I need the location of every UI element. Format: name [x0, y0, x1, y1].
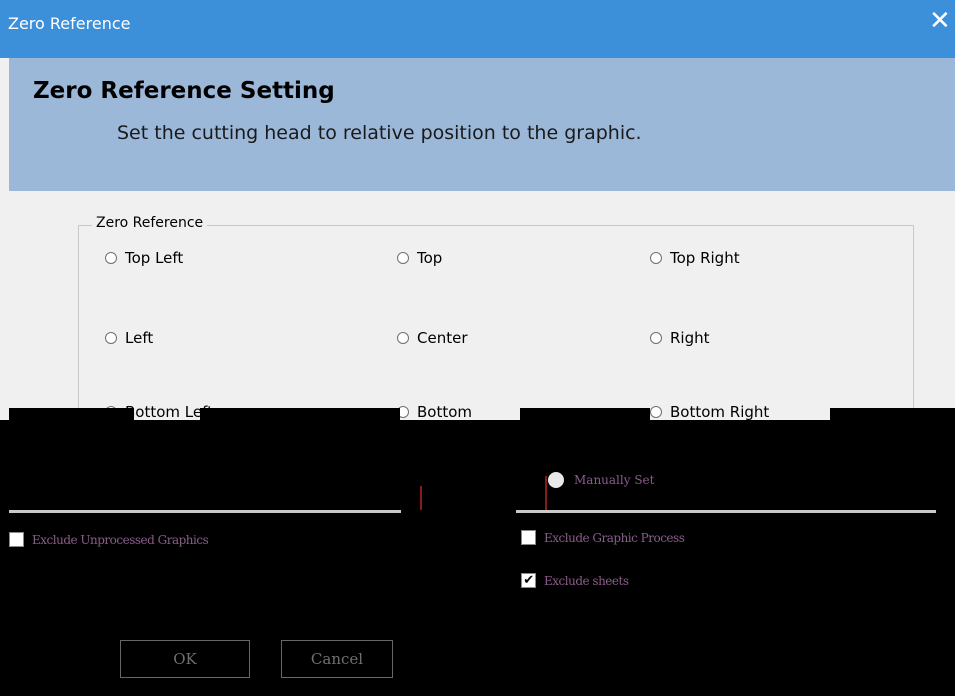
header-banner: Zero Reference Setting Set the cutting h… — [9, 58, 955, 191]
radio-label: Left — [125, 329, 154, 347]
radio-label: Top — [417, 249, 443, 267]
radio-manually-set[interactable]: Manually Set — [548, 472, 654, 488]
group-legend: Zero Reference — [92, 215, 208, 231]
radio-circle — [650, 252, 662, 264]
checkbox-box — [9, 532, 24, 547]
radio-label: Center — [417, 329, 468, 347]
radio-left[interactable]: Left — [105, 329, 153, 347]
radio-label: Bottom Right — [670, 403, 770, 420]
radio-circle — [105, 252, 117, 264]
radio-circle — [548, 472, 564, 488]
radio-center[interactable]: Center — [397, 329, 468, 347]
radio-label: Top Left — [125, 249, 184, 267]
radio-label: Top Right — [670, 249, 740, 267]
content-area: Zero Reference Top Left Top Top Right Le… — [9, 191, 955, 437]
checkbox-label: Exclude sheets — [544, 573, 629, 588]
radio-circle — [397, 332, 409, 344]
checkbox-box: ✔ — [521, 573, 536, 588]
close-icon[interactable]: ✕ — [929, 8, 955, 34]
radio-right[interactable]: Right — [650, 329, 710, 347]
checkbox-label: Exclude Graphic Process — [544, 530, 685, 545]
banner-heading: Zero Reference Setting — [33, 78, 335, 104]
radio-label: Bottom — [417, 403, 473, 420]
checkbox-label: Exclude Unprocessed Graphics — [32, 532, 209, 547]
radio-top-right[interactable]: Top Right — [650, 249, 740, 267]
checkbox-box — [521, 530, 536, 545]
window-title: Zero Reference — [8, 14, 131, 33]
radio-circle — [650, 405, 662, 418]
banner-subtitle: Set the cutting head to relative positio… — [117, 122, 642, 144]
checkbox-exclude-sheets[interactable]: ✔ Exclude sheets — [521, 573, 629, 588]
radio-circle — [105, 332, 117, 344]
radio-label: Manually Set — [574, 473, 655, 487]
divider-line — [9, 510, 401, 513]
render-artifact — [420, 486, 422, 510]
divider-line — [516, 510, 936, 513]
radio-label: Right — [670, 329, 710, 347]
checkbox-exclude-graphic-process[interactable]: Exclude Graphic Process — [521, 530, 685, 545]
radio-circle — [397, 252, 409, 264]
render-artifact — [545, 476, 547, 510]
cancel-button[interactable]: Cancel — [281, 640, 393, 678]
title-bar: Zero Reference ✕ — [0, 0, 955, 58]
radio-bottom-right[interactable]: Bottom Right — [650, 403, 769, 420]
radio-top[interactable]: Top — [397, 249, 442, 267]
radio-circle — [650, 332, 662, 344]
radio-bottom[interactable]: Bottom — [397, 403, 472, 420]
radio-top-left[interactable]: Top Left — [105, 249, 183, 267]
ok-button[interactable]: OK — [120, 640, 250, 678]
left-edge — [0, 58, 9, 420]
checkbox-exclude-unprocessed[interactable]: Exclude Unprocessed Graphics — [9, 532, 209, 547]
